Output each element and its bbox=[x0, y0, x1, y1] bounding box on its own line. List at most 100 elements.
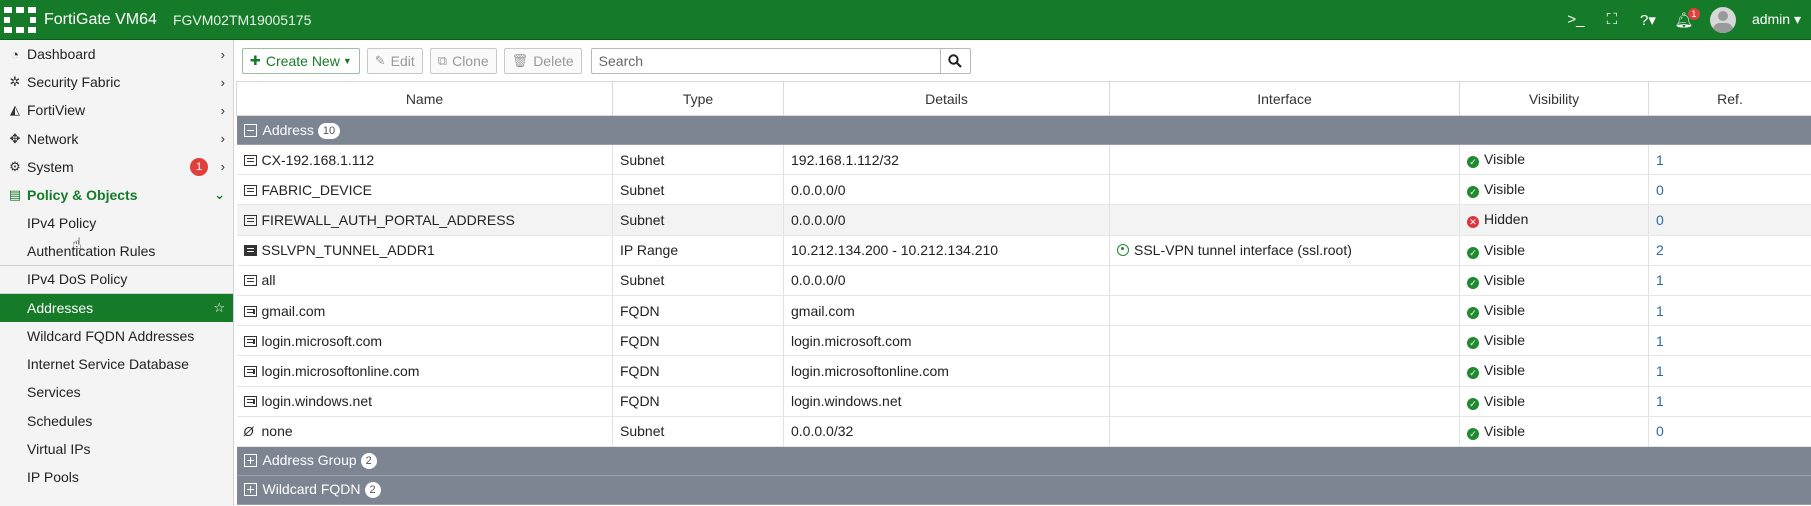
sidebar-item-ip-pools[interactable]: IP Pools bbox=[0, 463, 233, 491]
notification-bell-icon[interactable]: 🔔︎ 1 bbox=[1674, 7, 1700, 30]
favorite-star-icon[interactable]: ☆ bbox=[213, 300, 225, 316]
edit-button[interactable]: ✎ Edit bbox=[366, 47, 423, 74]
chevron-down-icon: ⌄ bbox=[214, 187, 225, 203]
table-row[interactable]: all Subnet 0.0.0.0/0 ✓ Visible 1 bbox=[236, 265, 1811, 296]
table-row[interactable]: Ønone Subnet 0.0.0.0/32 ✓ Visible 0 bbox=[236, 416, 1811, 447]
cell-details: 0.0.0.0/0 bbox=[791, 272, 846, 289]
cli-console-icon[interactable]: >_ bbox=[1566, 10, 1586, 30]
table-row[interactable]: login.microsoft.com FQDN login.microsoft… bbox=[236, 325, 1811, 357]
column-header-interface[interactable]: Interface bbox=[1109, 81, 1460, 116]
cell-name: all bbox=[261, 272, 276, 289]
fqdn-address-icon bbox=[243, 396, 257, 408]
cell-ref-link[interactable]: 1 bbox=[1656, 272, 1664, 288]
sidebar-item-label: IPv4 DoS Policy bbox=[27, 271, 128, 288]
cell-name: login.windows.net bbox=[261, 393, 373, 410]
gear-icon: ⚙ bbox=[9, 158, 21, 174]
sidebar-item-services[interactable]: Services bbox=[0, 378, 233, 406]
table-row[interactable]: FABRIC_DEVICE Subnet 0.0.0.0/0 ✓ Visible … bbox=[236, 174, 1811, 206]
sidebar-item-system[interactable]: ⚙ System 1 › bbox=[0, 153, 233, 181]
sidebar-item-policy-objects[interactable]: ▤ Policy & Objects ⌄ bbox=[0, 181, 233, 209]
cell-visibility: Visible bbox=[1484, 332, 1525, 349]
search-button[interactable] bbox=[939, 48, 970, 73]
fortiview-icon: ◭ bbox=[10, 102, 20, 118]
clone-button[interactable]: ⧉ Clone bbox=[429, 47, 497, 74]
sidebar-item-network[interactable]: ✥ Network › bbox=[0, 125, 233, 153]
check-circle-icon: ✓ bbox=[1467, 186, 1479, 199]
expand-icon[interactable] bbox=[243, 454, 257, 468]
delete-button[interactable]: 🗑︎ Delete bbox=[503, 47, 582, 74]
table-row[interactable]: SSLVPN_TUNNEL_ADDR1 IP Range 10.212.134.… bbox=[236, 235, 1811, 266]
column-header-name[interactable]: Name bbox=[236, 81, 613, 116]
column-header-type[interactable]: Type bbox=[612, 81, 784, 116]
table-row[interactable]: FIREWALL_AUTH_PORTAL_ADDRESS Subnet 0.0.… bbox=[236, 204, 1811, 236]
table-row[interactable]: CX-192.168.1.112 Subnet 192.168.1.112/32… bbox=[236, 144, 1811, 176]
sidebar: ◔ Dashboard › ✲ Security Fabric › ◭ Fort… bbox=[0, 40, 234, 506]
collapse-icon[interactable] bbox=[243, 123, 257, 137]
subnet-address-icon bbox=[243, 154, 257, 166]
avatar[interactable] bbox=[1709, 6, 1736, 33]
sidebar-item-label: Security Fabric bbox=[27, 74, 121, 91]
cell-visibility: Visible bbox=[1484, 302, 1525, 319]
cell-type: FQDN bbox=[620, 302, 660, 319]
sidebar-item-schedules[interactable]: Schedules bbox=[0, 406, 233, 434]
create-new-button[interactable]: ✚ Create New ▼ bbox=[242, 47, 360, 74]
cell-ref-link[interactable]: 0 bbox=[1656, 423, 1664, 439]
table-row[interactable]: login.windows.net FQDN login.windows.net… bbox=[236, 386, 1811, 417]
cell-type: FQDN bbox=[620, 332, 660, 349]
column-header-visibility[interactable]: Visibility bbox=[1459, 81, 1649, 116]
cell-ref-link[interactable]: 1 bbox=[1656, 152, 1664, 168]
check-circle-icon: ✓ bbox=[1467, 156, 1479, 169]
user-menu[interactable]: admin ▾ bbox=[1752, 11, 1801, 28]
sidebar-item-fortiview[interactable]: ◭ FortiView › bbox=[0, 96, 233, 124]
cell-ref-link[interactable]: 1 bbox=[1656, 363, 1664, 379]
group-row-address-group[interactable]: Address Group 2 bbox=[236, 446, 1811, 476]
sidebar-item-authentication-rules[interactable]: Authentication Rules bbox=[0, 237, 233, 266]
sidebar-item-wildcard-fqdn-addresses[interactable]: Wildcard FQDN Addresses bbox=[0, 322, 233, 350]
sidebar-item-label: FortiView bbox=[27, 102, 86, 119]
sidebar-item-label: Policy & Objects bbox=[27, 187, 138, 204]
sidebar-item-ipv4-policy[interactable]: IPv4 Policy bbox=[0, 209, 233, 237]
sidebar-item-label: Virtual IPs bbox=[27, 440, 91, 457]
expand-icon[interactable] bbox=[243, 483, 257, 497]
tunnel-interface-icon bbox=[1117, 244, 1129, 257]
sidebar-item-internet-service-database[interactable]: Internet Service Database bbox=[0, 350, 233, 378]
search-input[interactable] bbox=[591, 48, 940, 73]
sidebar-item-ipv4-dos-policy[interactable]: IPv4 DoS Policy bbox=[0, 266, 233, 294]
sidebar-item-security-fabric[interactable]: ✲ Security Fabric › bbox=[0, 68, 233, 96]
group-row-wildcard-fqdn[interactable]: Wildcard FQDN 2 bbox=[236, 475, 1811, 505]
cell-ref-link[interactable]: 1 bbox=[1656, 333, 1664, 349]
help-icon[interactable]: ?▾ bbox=[1638, 10, 1658, 30]
chevron-right-icon: › bbox=[220, 46, 225, 62]
cell-ref-link[interactable]: 1 bbox=[1656, 303, 1664, 319]
check-circle-icon: ✓ bbox=[1467, 397, 1479, 410]
table-header-row: Name Type Details Interface Visibility R… bbox=[236, 81, 1811, 116]
cell-visibility: Visible bbox=[1484, 151, 1525, 168]
device-name: FortiGate VM64 bbox=[44, 10, 157, 28]
fullscreen-icon[interactable]: ⛶ bbox=[1602, 10, 1622, 30]
cell-ref-link[interactable]: 1 bbox=[1656, 393, 1664, 409]
column-header-details[interactable]: Details bbox=[783, 81, 1110, 116]
subnet-address-icon bbox=[243, 275, 257, 287]
sidebar-item-label: IPv4 Policy bbox=[27, 215, 97, 232]
cell-details: 192.168.1.112/32 bbox=[791, 151, 899, 168]
cell-details: 10.212.134.200 - 10.212.134.210 bbox=[791, 242, 999, 259]
column-header-ref[interactable]: Ref. bbox=[1648, 81, 1811, 116]
sidebar-item-label: Dashboard bbox=[27, 46, 96, 63]
cell-ref-link[interactable]: 0 bbox=[1656, 182, 1664, 198]
cell-type: Subnet bbox=[620, 151, 665, 168]
cell-ref-link[interactable]: 2 bbox=[1656, 242, 1664, 258]
address-table: Name Type Details Interface Visibility R… bbox=[236, 81, 1811, 506]
cell-type: FQDN bbox=[620, 362, 660, 379]
plus-icon: ✚ bbox=[250, 52, 261, 68]
sidebar-item-virtual-ips[interactable]: Virtual IPs bbox=[0, 435, 233, 463]
x-circle-icon: ✕ bbox=[1467, 216, 1479, 229]
sidebar-item-dashboard[interactable]: ◔ Dashboard › bbox=[0, 40, 233, 68]
sidebar-item-addresses[interactable]: Addresses ☆ bbox=[0, 293, 233, 322]
check-circle-icon: ✓ bbox=[1467, 427, 1479, 440]
cell-ref-link[interactable]: 0 bbox=[1656, 212, 1664, 228]
hand-cursor-icon: ☝ bbox=[72, 236, 82, 253]
edit-label: Edit bbox=[390, 52, 415, 69]
table-row[interactable]: gmail.com FQDN gmail.com ✓ Visible 1 bbox=[236, 295, 1811, 327]
group-row-address[interactable]: Address 10 bbox=[236, 115, 1811, 145]
table-row[interactable]: login.microsoftonline.com FQDN login.mic… bbox=[236, 355, 1811, 387]
